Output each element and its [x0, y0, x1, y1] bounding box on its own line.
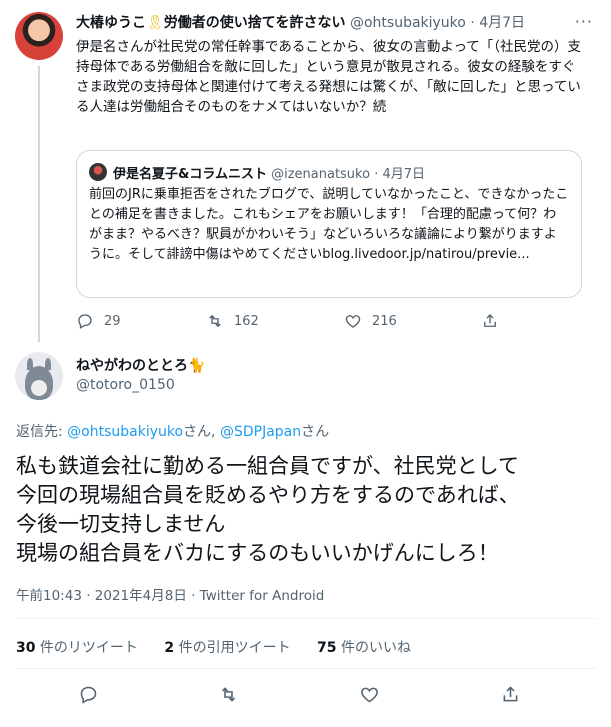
author-name[interactable]: 大椿ゆうこ	[76, 15, 146, 31]
like-count: 216	[372, 313, 397, 329]
likes-stat[interactable]: 75 件のいいね	[317, 640, 411, 656]
reply-prefix: 返信先:	[16, 424, 68, 440]
mention-link[interactable]: @SDPJapan	[220, 424, 301, 440]
author-name-suffix[interactable]: 労働者の使い捨てを許さない	[164, 15, 346, 31]
divider	[16, 618, 596, 619]
tweet-text: 伊是名さんが社民党の常任幹事であることから、彼女の言動よって「（社民党の）支持母…	[76, 39, 582, 115]
quoted-author-avatar	[89, 163, 107, 181]
retweet-icon	[209, 314, 221, 328]
like-button[interactable]: 216	[344, 312, 397, 330]
share-button[interactable]	[500, 684, 521, 705]
honorific: さん	[301, 424, 330, 440]
thread-connector	[38, 66, 40, 342]
quoted-author-handle: @izenanatsuko	[271, 167, 371, 182]
retweet-icon	[221, 687, 236, 702]
tweet-text: 私も鉄道会社に勤める一組合員ですが、社民党として 今回の現場組合員を貶めるやり方…	[16, 452, 596, 568]
separator-dot: ·	[470, 15, 475, 31]
reply-context: 返信先: @ohtsubakiyukoさん, @SDPJapanさん	[16, 421, 329, 441]
quoted-tweet-text: 前回のJRに乗車拒否をされたブログで、説明していなかったこと、できなかったことの…	[89, 187, 569, 262]
author-name[interactable]: ねやがわのととろ🐈	[76, 355, 205, 375]
author-handle[interactable]: @ohtsubakiyuko	[350, 15, 466, 31]
tweet-text-line: 今後一切支持しません	[16, 512, 226, 536]
heart-icon	[345, 315, 361, 328]
retweet-button[interactable]	[218, 684, 239, 705]
tweet-header: 大椿ゆうこ🎗労働者の使い捨てを許さない @ohtsubakiyuko · 4月7…	[76, 12, 586, 32]
quote-tweets-stat[interactable]: 2 件の引用ツイート	[164, 640, 290, 656]
like-button[interactable]	[359, 684, 380, 705]
separator-dot: ·	[374, 167, 379, 182]
divider	[16, 668, 596, 669]
share-button[interactable]	[481, 312, 499, 330]
tweet-action-bar: 29 162 216	[76, 310, 506, 334]
reply-icon	[80, 686, 97, 704]
author-avatar[interactable]	[15, 352, 63, 400]
tweet-text-line: 現場の組合員をバカにするのもいいかげんにしろ！	[16, 541, 499, 565]
share-icon	[503, 686, 518, 702]
engagement-stats: 30 件のリツイート 2 件の引用ツイート 75 件のいいね	[16, 637, 433, 657]
heart-icon	[361, 687, 378, 703]
more-options-icon[interactable]: ···	[575, 12, 593, 31]
reply-count: 29	[104, 313, 121, 329]
reply-icon	[78, 314, 92, 329]
retweet-button[interactable]: 162	[206, 312, 259, 330]
tweet-timestamp[interactable]: 午前10:43 · 2021年4月8日 · Twitter for Androi…	[16, 584, 324, 604]
retweet-count: 162	[234, 313, 259, 329]
retweets-stat[interactable]: 30 件のリツイート	[16, 640, 138, 656]
share-icon	[484, 314, 496, 327]
reply-button[interactable]	[78, 684, 99, 705]
reply-button[interactable]: 29	[76, 312, 121, 330]
ribbon-icon: 🎗	[146, 15, 164, 31]
tweet-text-line: 私も鉄道会社に勤める一組合員ですが、社民党として	[16, 454, 519, 478]
tweet-action-bar	[16, 684, 596, 710]
author-handle[interactable]: @totoro_0150	[76, 377, 175, 393]
quoted-tweet-date: 4月7日	[382, 167, 426, 182]
author-avatar[interactable]	[15, 12, 63, 60]
mention-link[interactable]: @ohtsubakiyuko	[67, 424, 183, 440]
tweet-date[interactable]: 4月7日	[479, 15, 525, 31]
quoted-tweet-header: 伊是名夏子&コラムニスト @izenanatsuko · 4月7日	[113, 163, 425, 182]
quoted-author-name: 伊是名夏子&コラムニスト	[113, 167, 267, 182]
honorific: さん,	[183, 424, 220, 440]
quoted-tweet-card[interactable]: 伊是名夏子&コラムニスト @izenanatsuko · 4月7日 前回のJRに…	[76, 150, 582, 298]
tweet-text-line: 今回の現場組合員を貶めるやり方をするのであれば、	[16, 483, 520, 507]
